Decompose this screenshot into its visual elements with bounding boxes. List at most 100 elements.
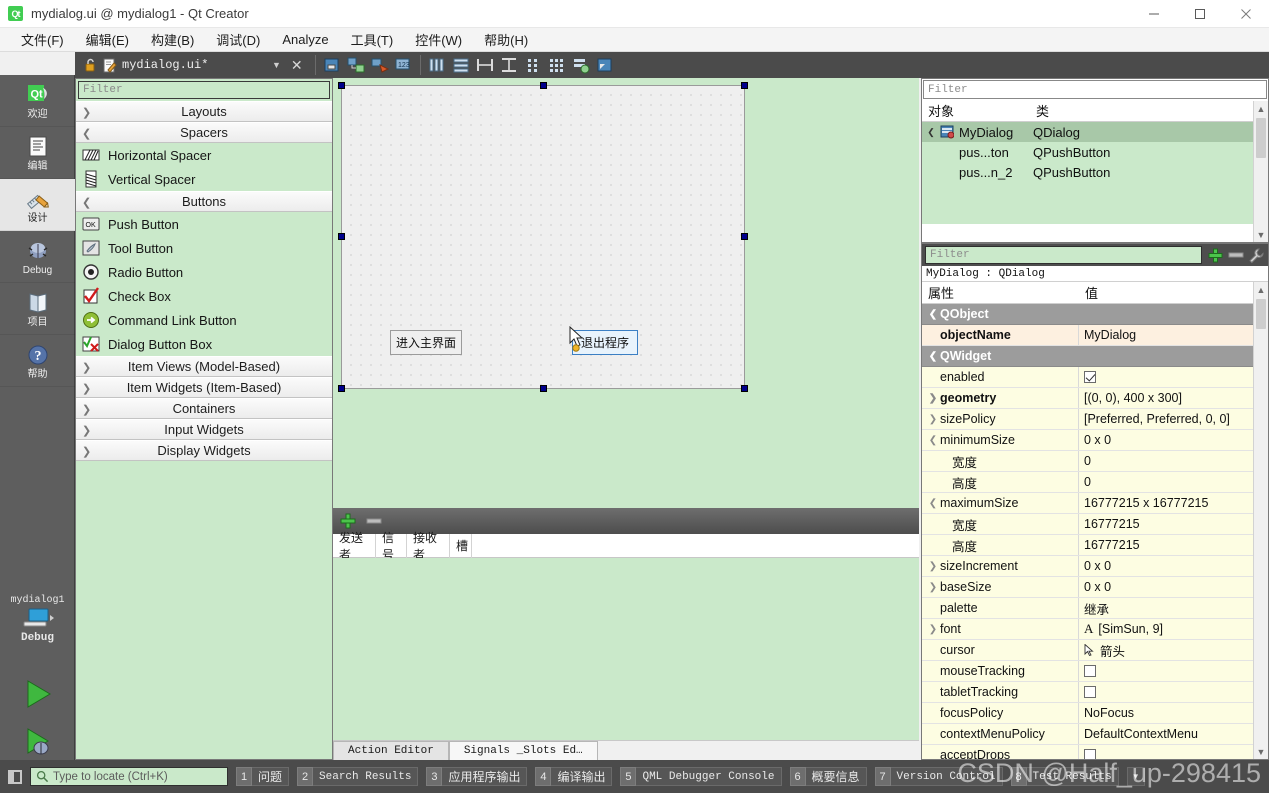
tablettracking-checkbox[interactable]: [1084, 686, 1096, 698]
sidebar-toggle-icon[interactable]: [8, 769, 22, 784]
resize-handle-left[interactable]: [338, 233, 345, 240]
maximize-button[interactable]: [1177, 0, 1223, 28]
property-value[interactable]: 继承: [1084, 599, 1109, 618]
widget-category-item-widgets[interactable]: ❯ Item Widgets (Item-Based): [76, 377, 332, 398]
chevron-down-icon[interactable]: ❮: [926, 351, 940, 362]
edit-buddies-icon[interactable]: [370, 55, 390, 75]
widget-item-dialog-button-box[interactable]: Dialog Button Box: [76, 332, 332, 356]
output-pane-test-results[interactable]: 8 Test Results: [1010, 766, 1119, 787]
widget-category-input-widgets[interactable]: ❯ Input Widgets: [76, 419, 332, 440]
property-row-sizepolicy[interactable]: ❯ sizePolicy [Preferred, Preferred, 0, 0]: [922, 409, 1268, 430]
widget-category-display-widgets[interactable]: ❯ Display Widgets: [76, 440, 332, 461]
widget-category-item-views[interactable]: ❯ Item Views (Model-Based): [76, 356, 332, 377]
menu-edit[interactable]: 编辑(E): [75, 27, 140, 52]
property-row-maximumsize-width[interactable]: 宽度 16777215: [922, 514, 1268, 535]
property-row-cursor[interactable]: cursor 箭头: [922, 640, 1268, 661]
menu-widgets[interactable]: 控件(W): [404, 27, 473, 52]
property-value[interactable]: [SimSun, 9]: [1098, 622, 1163, 636]
run-button[interactable]: [0, 670, 75, 718]
output-pane-version-control[interactable]: 7 Version Control: [874, 766, 1003, 787]
wrench-icon[interactable]: [1248, 247, 1265, 264]
close-button[interactable]: [1223, 0, 1269, 28]
chevron-right-icon[interactable]: ❯: [926, 582, 940, 593]
scroll-down-arrow-icon[interactable]: ▼: [1254, 227, 1268, 242]
kit-selector[interactable]: mydialog1 Debug: [0, 589, 75, 669]
output-pane-general-messages[interactable]: 6 概要信息: [789, 766, 867, 787]
mode-design[interactable]: 设计: [0, 179, 75, 231]
chevron-down-icon[interactable]: ❮: [926, 435, 940, 446]
object-row-mydialog[interactable]: ❮ MyDialog QDialog: [922, 122, 1268, 142]
menu-debug[interactable]: 调试(D): [205, 27, 271, 52]
form-button-enter-main[interactable]: 进入主界面: [390, 330, 462, 355]
column-sender[interactable]: 发送者: [333, 531, 376, 562]
scroll-up-arrow-icon[interactable]: ▲: [1254, 101, 1268, 116]
property-group-qobject[interactable]: ❮ QObject: [922, 304, 1268, 325]
chevron-down-icon[interactable]: ❮: [922, 127, 940, 138]
edit-signals-slots-icon[interactable]: [346, 55, 366, 75]
widget-category-layouts[interactable]: ❯ Layouts: [76, 101, 332, 122]
column-property[interactable]: 属性: [922, 282, 1079, 303]
property-row-objectname[interactable]: objectName MyDialog: [922, 325, 1268, 346]
add-plus-icon[interactable]: [339, 512, 357, 530]
property-row-minimumsize-width[interactable]: 宽度 0: [922, 451, 1268, 472]
object-row-pushbutton-2[interactable]: pus...n_2 QPushButton: [922, 162, 1268, 182]
chevron-down-icon[interactable]: ❮: [926, 309, 940, 320]
menu-analyze[interactable]: Analyze: [271, 29, 339, 50]
editor-file-tab[interactable]: mydialog.ui* ▼ ✕: [75, 52, 311, 78]
layout-splitter-vertical-icon[interactable]: [499, 55, 519, 75]
property-row-acceptdrops[interactable]: acceptDrops: [922, 745, 1268, 759]
property-value[interactable]: 箭头: [1100, 641, 1125, 660]
adjust-size-icon[interactable]: [595, 55, 615, 75]
widget-item-tool-button[interactable]: Tool Button: [76, 236, 332, 260]
property-row-basesize[interactable]: ❯ baseSize 0 x 0: [922, 577, 1268, 598]
property-value[interactable]: DefaultContextMenu: [1084, 727, 1198, 741]
column-class[interactable]: 类: [1030, 100, 1268, 121]
chevron-down-icon[interactable]: ▼: [272, 60, 281, 70]
widget-category-spacers[interactable]: ❮ Spacers: [76, 122, 332, 143]
output-pane-issues[interactable]: 1 问题: [236, 766, 290, 787]
resize-handle-bottom[interactable]: [540, 385, 547, 392]
property-value[interactable]: 0 x 0: [1084, 559, 1111, 573]
resize-handle-top[interactable]: [540, 82, 547, 89]
form-design-canvas[interactable]: 进入主界面 退出程序: [341, 85, 745, 389]
property-value[interactable]: 16777215: [1084, 517, 1140, 531]
menu-help[interactable]: 帮助(H): [473, 27, 539, 52]
tab-signals-slots-editor[interactable]: Signals _Slots Ed…: [448, 741, 598, 760]
add-plus-icon[interactable]: [1207, 247, 1224, 264]
remove-minus-icon[interactable]: [1228, 250, 1244, 260]
layout-splitter-horizontal-icon[interactable]: [475, 55, 495, 75]
property-value[interactable]: 0: [1084, 454, 1091, 468]
mousetracking-checkbox[interactable]: [1084, 665, 1096, 677]
widget-category-containers[interactable]: ❯ Containers: [76, 398, 332, 419]
property-row-maximumsize[interactable]: ❮ maximumSize 16777215 x 16777215: [922, 493, 1268, 514]
resize-handle-top-right[interactable]: [741, 82, 748, 89]
property-row-enabled[interactable]: enabled: [922, 367, 1268, 388]
break-layout-icon[interactable]: [571, 55, 591, 75]
property-row-geometry[interactable]: ❯ geometry [(0, 0), 400 x 300]: [922, 388, 1268, 409]
property-row-font[interactable]: ❯ font A [SimSun, 9]: [922, 619, 1268, 640]
chevron-right-icon[interactable]: ❯: [926, 393, 940, 404]
resize-handle-right[interactable]: [741, 233, 748, 240]
scroll-up-arrow-icon[interactable]: ▲: [1254, 282, 1268, 297]
chevron-right-icon[interactable]: ❯: [926, 561, 940, 572]
mode-projects[interactable]: 项目: [0, 283, 75, 335]
output-pane-application-output[interactable]: 3 应用程序输出: [426, 766, 528, 787]
acceptdrops-checkbox[interactable]: [1084, 749, 1096, 759]
signal-slot-rows[interactable]: [333, 558, 919, 740]
mode-debug[interactable]: Debug: [0, 231, 75, 283]
column-object[interactable]: 对象: [922, 100, 1030, 121]
widget-item-command-link-button[interactable]: Command Link Button: [76, 308, 332, 332]
mode-help[interactable]: ? 帮助: [0, 335, 75, 387]
property-value[interactable]: 16777215 x 16777215: [1084, 496, 1208, 510]
output-pane-compile-output[interactable]: 4 编译输出: [535, 766, 613, 787]
resize-handle-top-left[interactable]: [338, 82, 345, 89]
property-value[interactable]: 0 x 0: [1084, 433, 1111, 447]
chevron-down-icon[interactable]: ▼: [1126, 767, 1145, 786]
column-slot[interactable]: 槽: [450, 533, 472, 558]
property-row-sizeincrement[interactable]: ❯ sizeIncrement 0 x 0: [922, 556, 1268, 577]
layout-grid-icon[interactable]: [547, 55, 567, 75]
widget-category-buttons[interactable]: ❮ Buttons: [76, 191, 332, 212]
widget-item-vertical-spacer[interactable]: Vertical Spacer: [76, 167, 332, 191]
property-row-mousetracking[interactable]: mouseTracking: [922, 661, 1268, 682]
property-filter-input[interactable]: Filter: [925, 246, 1202, 264]
